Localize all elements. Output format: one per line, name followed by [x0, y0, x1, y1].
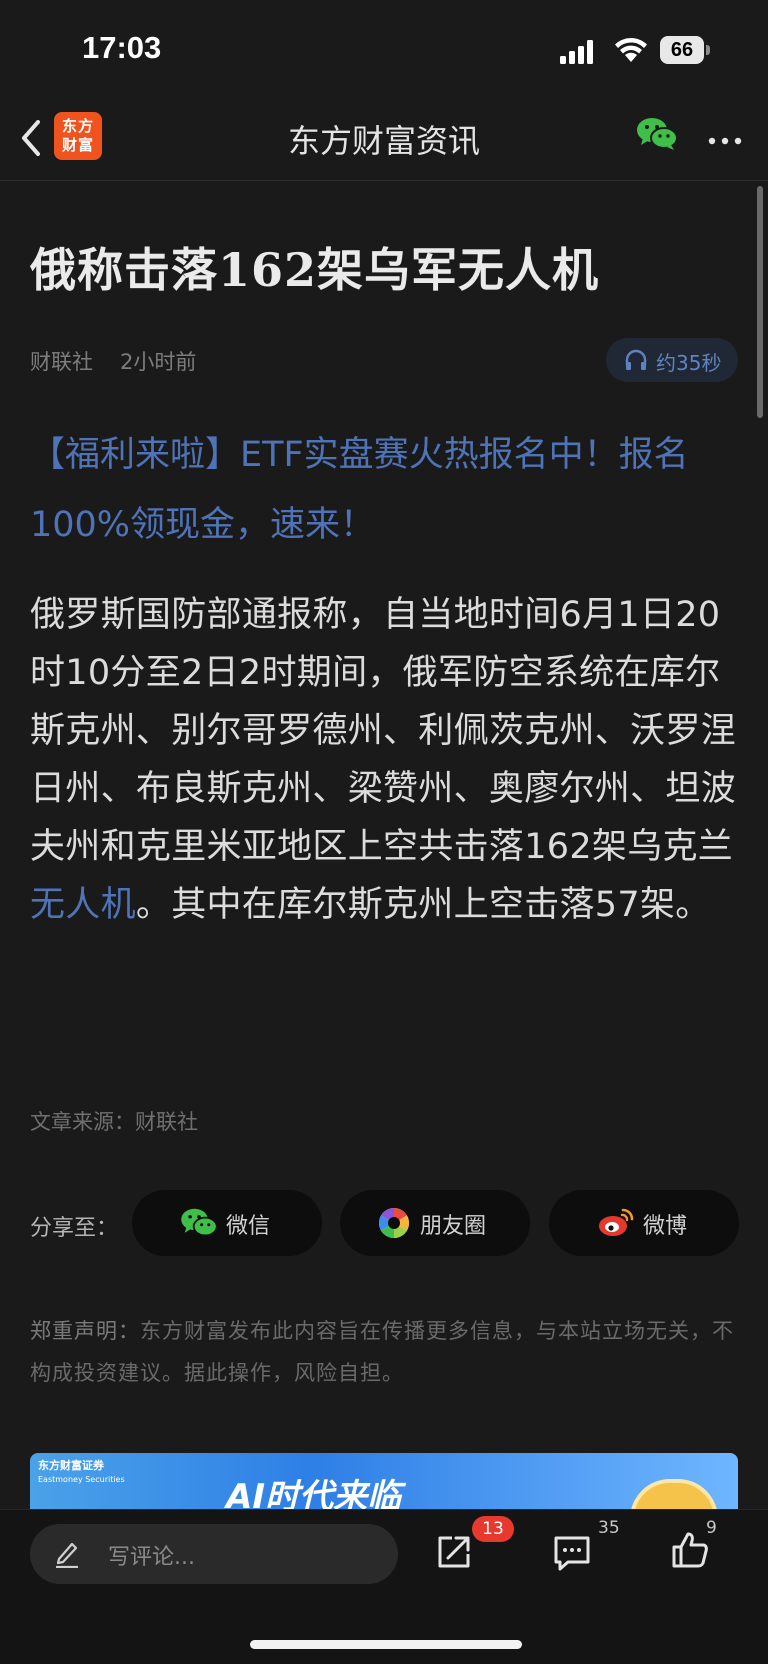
comment-placeholder: 写评论...: [108, 1545, 195, 1570]
more-options-icon[interactable]: [708, 130, 742, 149]
article-headline: 俄称击落162架乌军无人机: [30, 243, 600, 297]
thumbs-up-icon[interactable]: [670, 1530, 710, 1574]
status-time: 17:03: [82, 30, 162, 65]
share-moments-button[interactable]: 朋友圈: [340, 1190, 530, 1256]
audio-duration-label: 约35秒: [656, 351, 722, 375]
share-wechat-button[interactable]: 微信: [132, 1190, 322, 1256]
navigation-bar: 东方 财富 东方财富资讯: [0, 96, 768, 181]
bottom-action-bar: 写评论... 13 35 9: [0, 1509, 768, 1664]
share-count-badge: 13: [472, 1516, 514, 1542]
share-weibo-button[interactable]: 微博: [549, 1190, 739, 1256]
share-weibo-label: 微博: [643, 1214, 688, 1239]
wifi-icon: [614, 36, 648, 66]
disclaimer: 郑重声明：东方财富发布此内容旨在传播更多信息，与本站立场无关，不构成投资建议。据…: [30, 1310, 742, 1394]
keyword-link-drone[interactable]: 无人机: [30, 885, 136, 925]
article-source: 财联社: [30, 350, 93, 374]
ad-banner[interactable]: 东方财富证券 Eastmoney Securities AI时代来临: [30, 1453, 738, 1509]
body-text-part: 。其中在库尔斯克州上空击落57架。: [135, 885, 711, 925]
banner-logo: 东方财富证券 Eastmoney Securities: [38, 1459, 125, 1487]
share-wechat-label: 微信: [226, 1214, 271, 1239]
share-moments-label: 朋友圈: [420, 1214, 487, 1239]
battery-tip: [706, 45, 710, 55]
battery-level: 66: [660, 36, 704, 64]
banner-logo-sub: Eastmoney Securities: [38, 1475, 125, 1484]
scrollbar[interactable]: [757, 186, 763, 418]
battery-icon: 66: [660, 36, 712, 64]
wechat-icon: [180, 1207, 218, 1243]
home-indicator[interactable]: [250, 1640, 522, 1649]
like-count: 9: [706, 1518, 717, 1538]
article-body: 俄罗斯国防部通报称，自当地时间6月1日20时10分至2日2时期间，俄军防空系统在…: [30, 586, 742, 934]
banner-logo-text: 东方财富证券: [38, 1459, 104, 1472]
listen-audio-button[interactable]: 约35秒: [606, 338, 738, 382]
weibo-icon: [597, 1207, 635, 1241]
headphones-icon: [624, 349, 648, 375]
moments-aperture-icon: [378, 1207, 410, 1243]
share-to-label: 分享至：: [30, 1216, 119, 1241]
share-icon[interactable]: [434, 1532, 474, 1576]
pencil-icon: [54, 1540, 80, 1572]
banner-coin-graphic: [630, 1479, 718, 1509]
article-source-line: 文章来源：财联社: [30, 1110, 198, 1134]
article-time: 2小时前: [120, 350, 197, 374]
comment-bubble-icon[interactable]: [552, 1534, 592, 1576]
body-text-part: 俄罗斯国防部通报称，自当地时间6月1日20时10分至2日2时期间，俄军防空系统在…: [30, 595, 737, 867]
banner-title: AI时代来临: [226, 1477, 401, 1509]
comment-count: 35: [598, 1518, 620, 1538]
comment-input[interactable]: 写评论...: [30, 1524, 398, 1584]
wechat-icon[interactable]: [636, 116, 678, 156]
cellular-signal-icon: [560, 40, 596, 68]
promo-link[interactable]: 【福利来啦】ETF实盘赛火热报名中！报名100%领现金，速来！: [30, 420, 740, 560]
disclaimer-label: 郑重声明：: [30, 1319, 140, 1343]
